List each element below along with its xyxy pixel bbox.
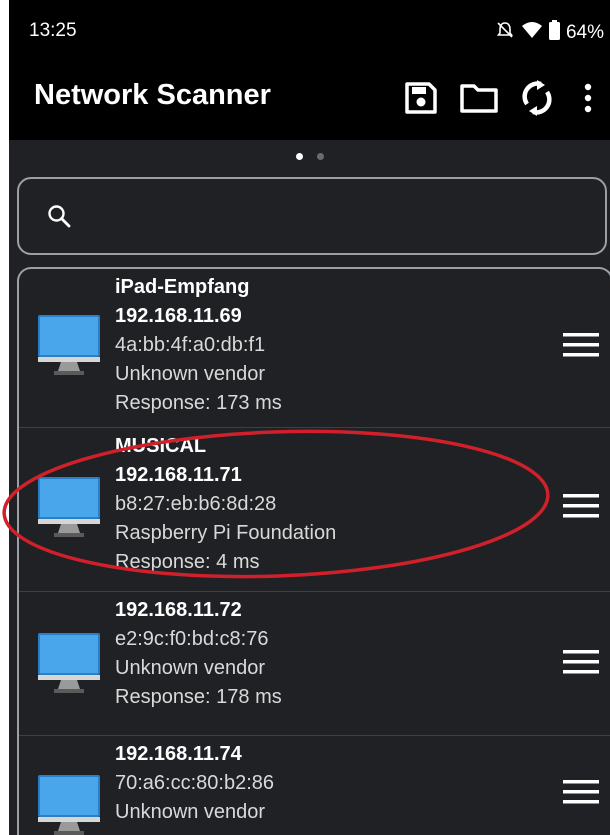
device-name: MUSICAL [115,435,207,457]
hamburger-menu-icon [563,333,599,357]
device-response: Response: 4 ms [115,551,260,573]
hamburger-menu-icon [563,780,599,804]
device-ip: 192.168.11.71 [115,464,242,486]
device-mac: 4a:bb:4f:a0:db:f1 [115,334,266,356]
device-menu-button[interactable] [561,486,601,526]
wifi-icon [521,21,543,45]
device-ip: 192.168.11.72 [115,599,242,621]
app-bar-actions [392,70,610,126]
device-menu-button[interactable] [561,642,601,682]
more-options-button[interactable] [566,70,610,126]
hamburger-menu-icon [563,494,599,518]
device-row[interactable]: MUSICAL 192.168.11.71 b8:27:eb:b6:8d:28 … [19,428,610,592]
device-vendor: Unknown vendor [115,657,266,679]
device-vendor: Unknown vendor [115,363,266,385]
status-bar: 13:25 64% [9,0,610,56]
app-bar: Network Scanner [9,56,610,140]
device-row[interactable]: 192.168.11.74 70:a6:cc:80:b2:86 Unknown … [19,736,610,835]
monitor-icon [38,477,100,537]
page-dot[interactable] [316,152,324,160]
open-folder-button[interactable] [450,70,508,126]
device-info: iPad-Empfang 192.168.11.69 4a:bb:4f:a0:d… [115,273,282,418]
monitor-icon [38,633,100,693]
device-info: 192.168.11.74 70:a6:cc:80:b2:86 Unknown … [115,740,274,827]
alarm-off-icon [495,20,515,46]
phone-screen: 13:25 64% Network Scanner iPad-Empfang 1… [9,0,610,835]
device-row[interactable]: iPad-Empfang 192.168.11.69 4a:bb:4f:a0:d… [19,269,610,428]
save-icon [405,82,437,114]
search-box[interactable] [17,177,607,255]
device-response: Response: 173 ms [115,392,282,414]
device-mac: b8:27:eb:b6:8d:28 [115,493,277,515]
save-button[interactable] [392,70,450,126]
battery-percent: 64% [565,22,604,43]
search-icon [29,186,89,246]
device-menu-button[interactable] [561,772,601,812]
hamburger-menu-icon [563,650,599,674]
device-name: iPad-Empfang [115,276,250,298]
search-input[interactable] [89,203,605,229]
device-list: iPad-Empfang 192.168.11.69 4a:bb:4f:a0:d… [17,267,610,835]
monitor-icon [38,775,100,835]
page-indicator [9,140,610,172]
device-info: 192.168.11.72 e2:9c:f0:bd:c8:76 Unknown … [115,596,282,712]
folder-icon [460,84,498,113]
device-ip: 192.168.11.74 [115,743,242,765]
device-menu-button[interactable] [561,325,601,365]
page-dot-active[interactable] [295,152,303,160]
device-mac: e2:9c:f0:bd:c8:76 [115,628,269,650]
refresh-icon [522,80,552,116]
device-mac: 70:a6:cc:80:b2:86 [115,772,275,794]
device-info: MUSICAL 192.168.11.71 b8:27:eb:b6:8d:28 … [115,432,336,577]
device-vendor: Raspberry Pi Foundation [115,522,337,544]
device-vendor: Unknown vendor [115,801,266,823]
more-vert-icon [584,83,592,113]
device-ip: 192.168.11.69 [115,305,242,327]
refresh-button[interactable] [508,70,566,126]
battery-icon [548,20,560,46]
status-time: 13:25 [29,20,77,41]
status-icons: 64% [495,20,604,46]
device-row[interactable]: 192.168.11.72 e2:9c:f0:bd:c8:76 Unknown … [19,592,610,736]
device-response: Response: 178 ms [115,686,282,708]
monitor-icon [38,315,100,375]
app-title: Network Scanner [34,79,271,111]
